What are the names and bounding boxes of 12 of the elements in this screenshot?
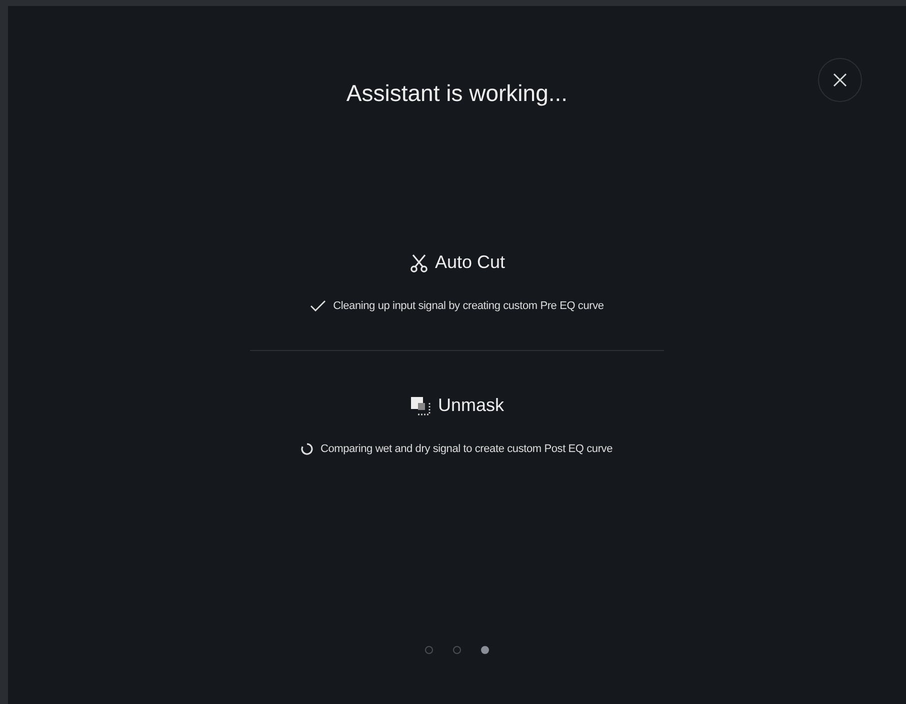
dialog-title: Assistant is working... bbox=[346, 80, 568, 108]
step-title: Auto Cut bbox=[434, 252, 506, 273]
step-title: Unmask bbox=[438, 395, 504, 416]
layers-icon bbox=[410, 396, 432, 416]
page-dot[interactable] bbox=[425, 646, 433, 654]
page-dot[interactable] bbox=[453, 646, 461, 654]
step-description: Cleaning up input signal by creating custom Pre EQ curve bbox=[333, 300, 604, 312]
step-description: Comparing wet and dry signal to create custom Post EQ curve bbox=[320, 443, 613, 455]
close-icon bbox=[832, 72, 848, 88]
scissors-icon bbox=[408, 252, 429, 272]
close-button[interactable] bbox=[818, 58, 862, 102]
page-dot[interactable] bbox=[481, 646, 489, 654]
